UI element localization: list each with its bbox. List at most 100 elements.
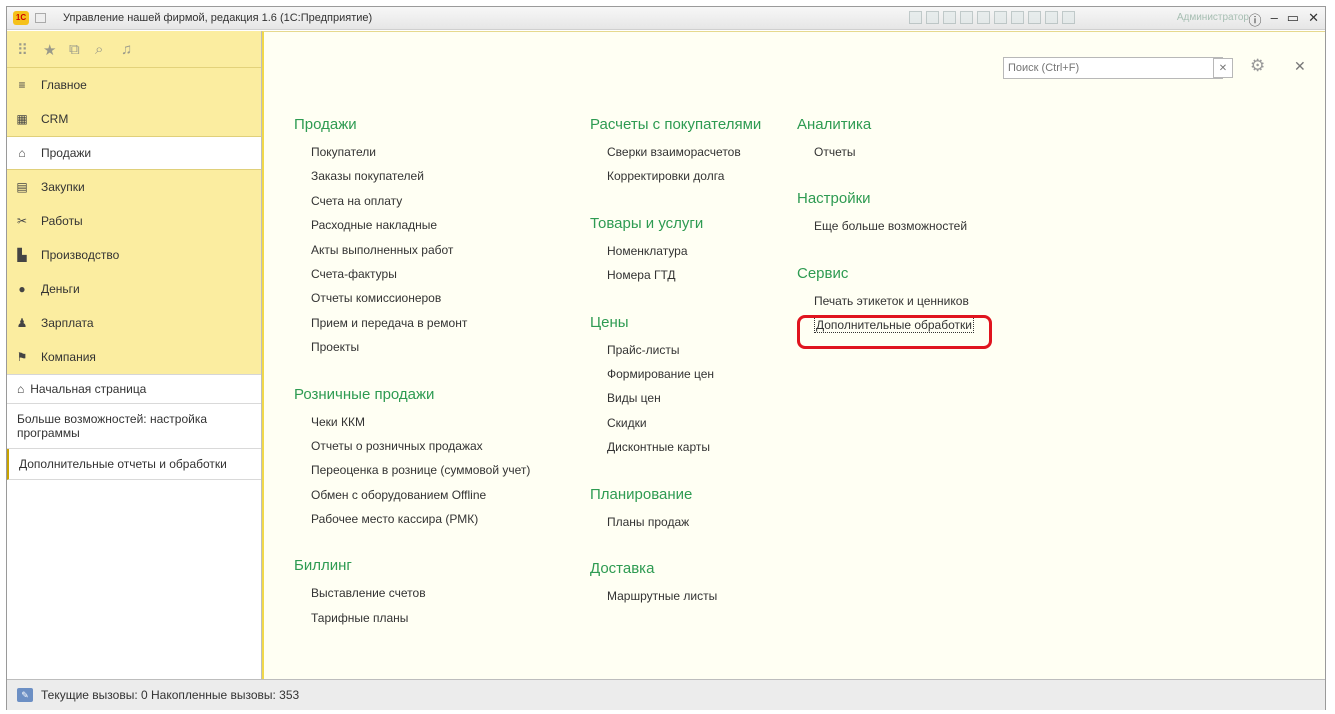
menu-item[interactable]: Покупатели [311,145,530,169]
group-title[interactable]: Расчеты с покупателями [590,116,761,133]
gear-icon[interactable]: ⚙ [1250,56,1265,76]
menu-item[interactable]: Формирование цен [607,367,761,391]
notifications-bell-icon[interactable]: ♫ [121,41,132,58]
company-icon: ⚑ [16,350,28,364]
section-purchases[interactable]: ▤ Закупки [7,170,261,204]
menu-item[interactable]: Тарифные планы [311,611,530,635]
menu-item[interactable]: Номера ГТД [607,268,761,292]
menu-item[interactable]: Проекты [311,340,530,364]
menu-item[interactable]: Печать этикеток и ценников [814,294,974,318]
menu-group-retail: Розничные продажи Чеки ККМ Отчеты о розн… [294,386,530,537]
calculator-icon[interactable] [994,11,1007,24]
menu-item[interactable]: Счета-фактуры [311,267,530,291]
group-title[interactable]: Товары и услуги [590,215,761,232]
section-label: Компания [41,350,96,364]
search-icon[interactable]: ⌕ [95,41,103,58]
section-works[interactable]: ✂ Работы [7,204,261,238]
paste-icon[interactable] [960,11,973,24]
group-title[interactable]: Доставка [590,560,761,577]
group-title[interactable]: Биллинг [294,557,530,574]
menu-item[interactable]: Прайс-листы [607,343,761,367]
section-label: Зарплата [41,316,94,330]
menu-item[interactable]: Маршрутные листы [607,589,761,613]
menu-item[interactable]: Скидки [607,416,761,440]
group-title[interactable]: Цены [590,314,761,331]
close-icon[interactable]: ✕ [1294,58,1306,75]
section-company[interactable]: ⚑ Компания [7,340,261,374]
section-sales[interactable]: ⌂ Продажи [7,136,261,170]
section-label: CRM [41,112,69,126]
works-icon: ✂ [16,214,28,228]
group-title[interactable]: Розничные продажи [294,386,530,403]
menu-item[interactable]: Виды цен [607,391,761,415]
menu-item[interactable]: Корректировки долга [607,169,761,193]
menu-item[interactable]: Дисконтные карты [607,440,761,464]
menu-item[interactable]: Акты выполненных работ [311,243,530,267]
menu-item[interactable]: Отчеты комиссионеров [311,291,530,315]
group-title[interactable]: Аналитика [797,116,974,133]
apps-grid-icon[interactable]: ⠿ [17,41,28,59]
section-salary[interactable]: ♟ Зарплата [7,306,261,340]
menu-group-service: Сервис Печать этикеток и ценников Дополн… [797,265,974,343]
open-pages-list: ⌂ Начальная страница Больше возможностей… [7,374,261,480]
main-panel: ✕ ⚙ ✕ Продажи Покупатели Заказы покупате… [262,31,1325,679]
memory-plus-icon[interactable] [1028,11,1041,24]
menu-group-planning: Планирование Планы продаж [590,486,761,539]
window-menu-icon[interactable] [35,13,46,23]
nav-home-page[interactable]: ⌂ Начальная страница [7,375,261,404]
menu-item[interactable]: Отчеты о розничных продажах [311,439,530,463]
group-title[interactable]: Сервис [797,265,974,282]
memory-minus-icon[interactable] [1045,11,1058,24]
print-preview-icon[interactable] [926,11,939,24]
nav-more-features[interactable]: Больше возможностей: настройка программы [7,404,261,449]
current-user[interactable]: Администратор [1177,12,1249,23]
menu-item[interactable]: Переоценка в рознице (суммовой учет) [311,463,530,487]
section-crm[interactable]: ▦ CRM [7,102,261,136]
menu-group-products: Товары и услуги Номенклатура Номера ГТД [590,215,761,293]
section-main[interactable]: ≡ Главное [7,68,261,102]
menu-item[interactable]: Сверки взаиморасчетов [607,145,761,169]
section-label: Продажи [41,146,92,160]
print-icon[interactable] [909,11,922,24]
menu-item[interactable]: Выставление счетов [311,586,530,610]
menu-item[interactable]: Расходные накладные [311,218,530,242]
section-money[interactable]: ● Деньги [7,272,261,306]
minimize-icon[interactable]: – [1271,10,1278,29]
menu-item[interactable]: Отчеты [814,145,974,169]
maximize-icon[interactable]: ▭ [1287,10,1299,29]
section-production[interactable]: ▙ Производство [7,238,261,272]
section-label: Производство [41,248,120,262]
menu-item[interactable]: Счета на оплату [311,194,530,218]
menu-item[interactable]: Обмен с оборудованием Offline [311,488,530,512]
menu-item-additional-processing[interactable]: Дополнительные обработки [814,317,974,342]
menu-item[interactable]: Еще больше возможностей [814,219,974,243]
menu-group-analytics: Аналитика Отчеты [797,116,974,169]
zoom-icon[interactable] [1062,11,1075,24]
close-window-icon[interactable]: ✕ [1308,10,1319,29]
menu-item[interactable]: Заказы покупателей [311,169,530,193]
calendar-icon[interactable] [977,11,990,24]
copy-icon[interactable] [943,11,956,24]
group-title[interactable]: Продажи [294,116,530,133]
memory-icon[interactable] [1011,11,1024,24]
nav-label: Начальная страница [30,382,147,396]
favorites-star-icon[interactable]: ★ [43,41,56,59]
menu-item[interactable]: Чеки ККМ [311,415,530,439]
menu-item[interactable]: Рабочее место кассира (РМК) [311,512,530,536]
section-label: Закупки [41,180,85,194]
purchases-icon: ▤ [16,180,28,194]
calls-icon[interactable]: ✎ [17,688,33,702]
nav-extra-reports[interactable]: Дополнительные отчеты и обработки [7,449,261,480]
menu-item[interactable]: Планы продаж [607,515,761,539]
production-icon: ▙ [17,248,27,262]
info-icon[interactable]: ⓘ [1249,10,1262,29]
menu-item[interactable]: Номенклатура [607,244,761,268]
clear-search-icon[interactable]: ✕ [1213,58,1233,78]
group-title[interactable]: Настройки [797,190,974,207]
menu-item[interactable]: Прием и передача в ремонт [311,316,530,340]
menu-group-settings: Настройки Еще больше возможностей [797,190,974,243]
menu-column-2: Расчеты с покупателями Сверки взаиморасч… [590,116,761,634]
search-input[interactable] [1003,57,1223,79]
group-title[interactable]: Планирование [590,486,761,503]
history-icon[interactable]: ⧉ [69,41,80,58]
